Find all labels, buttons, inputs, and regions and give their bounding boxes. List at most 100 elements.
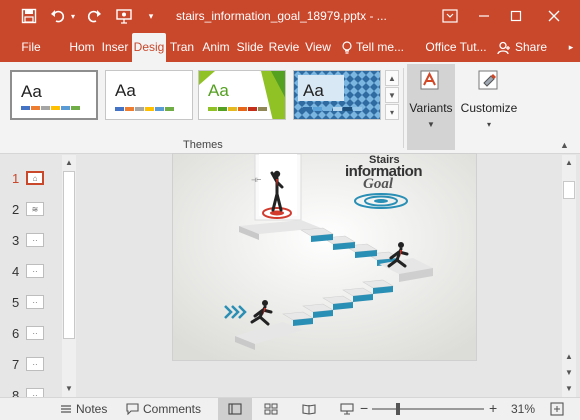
collapse-ribbon-icon[interactable]: ▲ — [560, 140, 569, 150]
slide-number: 7 — [12, 357, 20, 372]
fit-window-icon — [550, 402, 564, 416]
theme-sample-text: Aa — [208, 81, 229, 100]
tab-animations[interactable]: Anim — [200, 33, 232, 62]
themes-group-label: Themes — [183, 139, 223, 151]
slide-thumbnail[interactable]: ·· — [26, 295, 44, 309]
customize-icon — [477, 68, 501, 92]
theme-color-bars — [208, 107, 267, 111]
theme-office[interactable]: Aa — [10, 70, 98, 120]
book-icon — [302, 404, 316, 415]
customize-button[interactable]: Customize ▾ — [458, 64, 520, 150]
tab-view[interactable]: View — [302, 33, 334, 62]
chevron-down-icon: ▾ — [486, 120, 491, 129]
editor-scrollbar[interactable]: ▲ ▲ ▼ ▼ — [562, 155, 576, 397]
tab-office-tutorials[interactable]: Office Tut... — [422, 33, 490, 62]
tab-insert[interactable]: Inser — [100, 33, 130, 62]
gallery-more-icon[interactable]: ▾ — [385, 104, 399, 120]
scrollbar-thumb[interactable] — [63, 171, 75, 339]
slide-canvas[interactable]: ⊣⊢ Stairs information Goal — [172, 153, 477, 361]
share-button[interactable]: Share — [497, 33, 557, 62]
slide-thumbnail[interactable]: ⌂ — [26, 171, 44, 185]
tell-me-label: Tell me... — [356, 40, 405, 54]
slide-number: 4 — [12, 264, 20, 279]
slide-title-line3: Goal — [363, 176, 393, 192]
scroll-down-icon[interactable]: ▼ — [62, 381, 76, 395]
tab-scroll-right-icon[interactable]: ▸ — [564, 33, 578, 62]
tab-transitions[interactable]: Tran — [168, 33, 196, 62]
scrollbar-thumb[interactable] — [563, 181, 575, 199]
share-label: Share — [515, 40, 548, 54]
chevron-down-icon: ▼ — [427, 120, 435, 129]
stairs-illustration: ⊣⊢ — [173, 154, 476, 360]
zoom-in-button[interactable]: + — [489, 400, 497, 416]
group-divider — [403, 68, 404, 148]
tab-file[interactable]: File — [14, 33, 48, 62]
zoom-slider-track[interactable] — [372, 408, 484, 410]
theme-office-2[interactable]: Aa — [105, 70, 193, 120]
scroll-down-icon[interactable]: ▼ — [562, 381, 576, 395]
theme-patterned[interactable]: Aa — [293, 70, 381, 120]
tab-home[interactable]: Hom — [66, 33, 98, 62]
status-bar: Notes Comments − + 31% — [0, 397, 580, 420]
lightbulb-icon — [342, 40, 352, 54]
zoom-slider-thumb[interactable] — [396, 403, 400, 415]
scroll-up-icon[interactable]: ▲ — [62, 155, 76, 169]
theme-sample-text: Aa — [115, 81, 136, 100]
slide-number: 2 — [12, 202, 20, 217]
slide-thumbnail[interactable]: ·· — [26, 357, 44, 371]
close-icon[interactable] — [540, 6, 568, 26]
scroll-up-icon[interactable]: ▲ — [562, 155, 576, 169]
zoom-out-button[interactable]: − — [360, 400, 368, 416]
slideshow-icon[interactable] — [112, 7, 136, 25]
gallery-up-icon[interactable]: ▲ — [385, 70, 399, 86]
redo-icon[interactable] — [84, 7, 104, 25]
tab-design[interactable]: Desig — [132, 33, 166, 62]
ribbon: Aa Aa Aa Aa ▲ ▼ ▾ Themes Variants ▼ Cust… — [0, 62, 580, 154]
theme-sample-text: Aa — [21, 82, 42, 101]
slide-sorter-icon — [264, 403, 278, 415]
scroll-down-icon[interactable]: ▼ — [562, 365, 576, 379]
slide-sorter-button[interactable] — [264, 403, 278, 418]
normal-view-button[interactable] — [218, 398, 252, 420]
ribbon-display-icon[interactable] — [436, 6, 464, 26]
slide-thumbnail[interactable]: ·· — [26, 326, 44, 340]
undo-dropdown-icon[interactable]: ▾ — [68, 7, 78, 25]
theme-color-bars — [21, 106, 80, 110]
normal-view-icon — [228, 403, 242, 415]
notes-button[interactable]: Notes — [60, 402, 107, 416]
thumbnail-scrollbar[interactable]: ▲ ▼ — [62, 155, 76, 397]
slide-number: 6 — [12, 326, 20, 341]
gallery-down-icon[interactable]: ▼ — [385, 87, 399, 103]
customize-qat-icon[interactable]: ▾ — [144, 7, 158, 25]
reading-view-button[interactable] — [302, 403, 316, 418]
svg-text:⊣⊢: ⊣⊢ — [251, 177, 261, 184]
slide-number: 1 — [12, 171, 20, 186]
window-title: stairs_information_goal_18979.pptx - ... — [176, 9, 387, 23]
person-icon — [497, 41, 510, 54]
theme-sample-text: Aa — [303, 81, 324, 100]
maximize-icon[interactable] — [502, 6, 530, 26]
slideshow-view-button[interactable] — [340, 403, 354, 418]
presentation-icon — [340, 403, 354, 415]
zoom-level[interactable]: 31% — [511, 402, 535, 416]
tab-review[interactable]: Revie — [268, 33, 300, 62]
slide-thumbnail[interactable]: ·· — [26, 264, 44, 278]
theme-color-bars — [115, 107, 174, 111]
slide-number: 3 — [12, 233, 20, 248]
customize-label: Customize — [460, 101, 518, 115]
fit-to-window-button[interactable] — [550, 402, 564, 419]
slide-thumbnail[interactable]: ≋ — [26, 202, 44, 216]
theme-facet[interactable]: Aa — [198, 70, 286, 120]
variants-label: Variants — [409, 101, 453, 115]
tab-slideshow[interactable]: Slide — [234, 33, 266, 62]
tell-me-box[interactable]: Tell me... — [342, 33, 414, 62]
undo-icon[interactable] — [48, 7, 68, 25]
notes-label: Notes — [76, 402, 108, 416]
notes-icon — [61, 405, 71, 413]
variants-button[interactable]: Variants ▼ — [407, 64, 455, 150]
slide-thumbnail[interactable]: ·· — [26, 233, 44, 247]
minimize-icon[interactable] — [470, 6, 498, 26]
save-icon[interactable] — [18, 7, 40, 25]
scroll-up-icon[interactable]: ▲ — [562, 349, 576, 363]
comments-button[interactable]: Comments — [126, 402, 201, 416]
